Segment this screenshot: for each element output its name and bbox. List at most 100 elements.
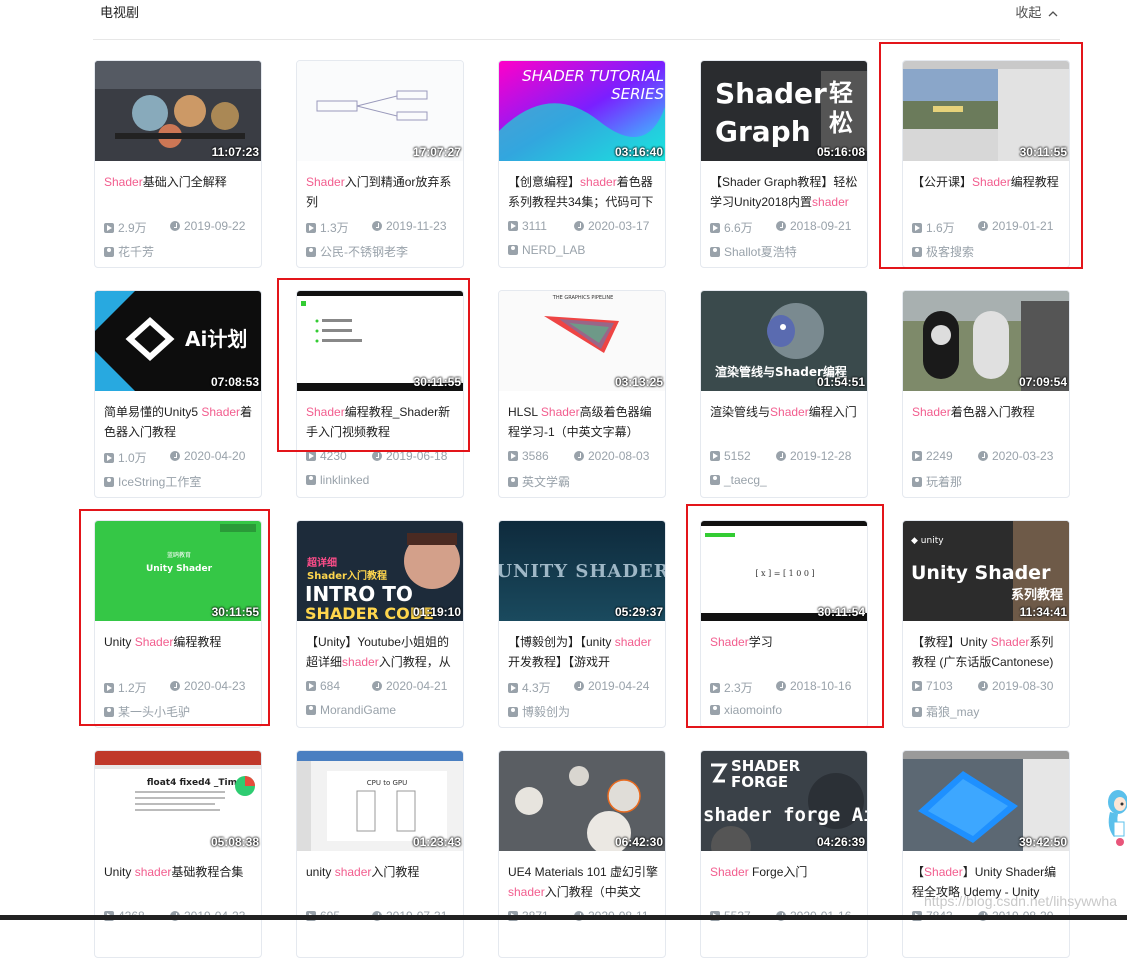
video-title[interactable]: 【Shader Graph教程】轻松学习Unity2018内置shader (710, 172, 862, 212)
video-card[interactable]: 超详细 Shader入门教程 INTRO TO SHADER CODE 01:19:1… (296, 520, 464, 728)
video-thumbnail[interactable]: 07:09:54 (903, 291, 1069, 391)
video-thumbnail[interactable]: THE GRAPHICS PIPELINE 03:13:25 (499, 291, 665, 391)
video-thumbnail[interactable]: 30:11:55 (903, 61, 1069, 161)
video-thumbnail[interactable]: float4 fixed4 _Time 05:08:38 (95, 751, 261, 851)
video-thumbnail[interactable]: 超详细 Shader入门教程 INTRO TO SHADER CODE 01:19:1… (297, 521, 463, 621)
video-thumbnail[interactable]: CPU to GPU 01:23:43 (297, 751, 463, 851)
uploader[interactable]: 霜狼_may (912, 703, 979, 720)
video-title[interactable]: UE4 Materials 101 虚幻引擎 shader入门教程（中英文 (508, 862, 660, 902)
title-keyword: Shader (540, 405, 580, 419)
video-title[interactable]: unity shader入门教程 (306, 862, 458, 902)
video-card[interactable]: 07:09:54 Shader着色器入门教程 2249 2020-03-23 玩… (902, 290, 1070, 498)
video-thumbnail[interactable]: 39:42:50 (903, 751, 1069, 851)
video-card[interactable]: UNITY SHADER 05:29:37 【博毅创为】【unity shade… (498, 520, 666, 728)
svg-text:Shader: Shader (715, 77, 827, 110)
video-thumbnail[interactable]: 17:07:27 (297, 61, 463, 161)
bottom-bar (0, 915, 1127, 920)
video-card[interactable]: 11:07:23 Shader基础入门全解释 2.9万 2019-09-22 花… (94, 60, 262, 268)
video-title[interactable]: 【创意编程】shader着色器系列教程共34集；代码可下 (508, 172, 660, 212)
video-stats: 3586 2020-08-03 (508, 449, 660, 467)
video-title[interactable]: 渲染管线与Shader编程入门 (710, 402, 862, 442)
uploader[interactable]: 英文学霸 (508, 473, 570, 490)
chevron-up-icon (1048, 10, 1058, 17)
video-thumbnail[interactable]: 11:07:23 (95, 61, 261, 161)
upload-date-value: 2020-04-20 (184, 449, 246, 463)
video-title[interactable]: Shader基础入门全解释 (104, 172, 256, 212)
video-title[interactable]: 简单易懂的Unity5 Shader着色器入门教程 (104, 402, 256, 442)
uploader[interactable]: linklinked (306, 473, 369, 487)
video-card[interactable]: 17:07:27 Shader入门到精通or放弃系列 1.3万 2019-11-… (296, 60, 464, 268)
svg-text:float4 fixed4 _Time: float4 fixed4 _Time (147, 778, 243, 788)
video-thumbnail[interactable]: 30:11:55 (297, 291, 463, 391)
video-card[interactable]: SHADER FORGE shader forge Ai 04:26:39 Shad… (700, 750, 868, 958)
video-title[interactable]: Shader着色器入门教程 (912, 402, 1064, 442)
video-title[interactable]: 【公开课】Shader编程教程 (912, 172, 1064, 212)
video-card[interactable]: 06:42:30 UE4 Materials 101 虚幻引擎 shader入门教… (498, 750, 666, 958)
uploader[interactable]: Shallot夏浩特 (710, 243, 797, 260)
video-title[interactable]: Shader入门到精通or放弃系列 (306, 172, 458, 212)
clock-icon (574, 451, 584, 461)
video-title[interactable]: Shader编程教程_Shader新手入门视频教程 (306, 402, 458, 442)
video-thumbnail[interactable]: 渲染管线与Shader编程 01:54:51 (701, 291, 867, 391)
video-thumbnail[interactable]: ◆ unity Unity Shader 系列教程 11:34:41 (903, 521, 1069, 621)
play-count-icon (710, 682, 720, 693)
video-title[interactable]: HLSL Shader高级着色器编程学习-1（中英文字幕） (508, 402, 660, 442)
video-title[interactable]: Shader Forge入门 (710, 862, 862, 902)
uploader[interactable]: 玩着那 (912, 473, 962, 490)
uploader[interactable]: IceString工作室 (104, 473, 201, 490)
video-card[interactable]: Shader Graph 轻松 05:16:08 【Shader Graph教程】轻… (700, 60, 868, 268)
video-card[interactable]: 渲染管线与Shader编程 01:54:51 渲染管线与Shader编程入门 5… (700, 290, 868, 498)
video-title[interactable]: 【博毅创为】【unity shader开发教程】【游戏开 (508, 632, 660, 672)
uploader[interactable]: xiaomoinfo (710, 703, 782, 717)
play-count-icon (912, 451, 922, 461)
clock-icon (776, 681, 786, 691)
video-card[interactable]: float4 fixed4 _Time 05:08:38 Unity shade… (94, 750, 262, 958)
video-thumbnail[interactable]: Shader Graph 轻松 05:16:08 (701, 61, 867, 161)
play-count-icon (306, 222, 316, 233)
uploader[interactable]: 极客搜索 (912, 243, 974, 260)
uploader-name: Shallot夏浩特 (724, 245, 797, 259)
video-thumbnail[interactable]: Ai计划 07:08:53 (95, 291, 261, 391)
clock-icon (978, 451, 988, 461)
video-card[interactable]: THE GRAPHICS PIPELINE 03:13:25 HLSL Shad… (498, 290, 666, 498)
clock-icon (170, 681, 180, 691)
mascot-icon[interactable] (1100, 782, 1127, 852)
video-card[interactable]: 蓝鸥教育 Unity Shader 30:11:55 Unity Shader编程… (94, 520, 262, 728)
video-card[interactable]: 39:42:50 【Shader】Unity Shader编程全攻略 Udemy… (902, 750, 1070, 958)
uploader[interactable]: 公民-不锈钢老李 (306, 243, 408, 260)
uploader[interactable]: 某一头小毛驴 (104, 703, 190, 720)
uploader[interactable]: MorandiGame (306, 703, 396, 717)
clock-icon (170, 451, 180, 461)
video-thumbnail[interactable]: 06:42:30 (499, 751, 665, 851)
video-thumbnail[interactable]: SHADER TUTORIAL SERIES 03:16:40 (499, 61, 665, 161)
title-keyword: Shader (201, 405, 241, 419)
video-thumbnail[interactable]: SHADER FORGE shader forge Ai 04:26:39 (701, 751, 867, 851)
video-title[interactable]: 【Unity】Youtube小姐姐的超详细shader入门教程，从 (306, 632, 458, 672)
uploader[interactable]: 博毅创为 (508, 703, 570, 720)
collapse-button[interactable]: 收起 (1015, 2, 1058, 21)
video-title[interactable]: Shader学习 (710, 632, 862, 672)
video-card[interactable]: 30:11:55 【公开课】Shader编程教程 1.6万 2019-01-21… (902, 60, 1070, 268)
section-header: 电视剧 收起 (100, 0, 1060, 24)
view-count: 7103 (912, 679, 953, 693)
title-keyword: shader (134, 865, 172, 879)
video-card[interactable]: SHADER TUTORIAL SERIES 03:16:40 【创意编程】sha… (498, 60, 666, 268)
video-card[interactable]: ◆ unity Unity Shader 系列教程 11:34:41 【教程】Uni… (902, 520, 1070, 728)
video-card[interactable]: Ai计划 07:08:53 简单易懂的Unity5 Shader着色器入门教程 … (94, 290, 262, 498)
uploader[interactable]: 花千芳 (104, 243, 154, 260)
video-card[interactable]: [ x ] = [ 1 0 0 ] 30:11:54 Shader学习 2.3万… (700, 520, 868, 728)
video-thumbnail[interactable]: 蓝鸥教育 Unity Shader 30:11:55 (95, 521, 261, 621)
uploader-name: linklinked (320, 473, 370, 487)
video-title[interactable]: Unity shader基础教程合集 (104, 862, 256, 902)
video-thumbnail[interactable]: [ x ] = [ 1 0 0 ] 30:11:54 (701, 521, 867, 621)
uploader[interactable]: NERD_LAB (508, 243, 585, 257)
video-thumbnail[interactable]: UNITY SHADER 05:29:37 (499, 521, 665, 621)
view-count: 3111 (508, 219, 547, 233)
video-card[interactable]: CPU to GPU 01:23:43 unity shader入门教程 695… (296, 750, 464, 958)
video-title[interactable]: Unity Shader编程教程 (104, 632, 256, 672)
uploader[interactable]: _taecg_ (710, 473, 767, 487)
video-title[interactable]: 【教程】Unity Shader系列教程 (广东话版Cantonese) (912, 632, 1064, 672)
video-card[interactable]: 30:11:55 Shader编程教程_Shader新手入门视频教程 4230 … (296, 290, 464, 498)
title-suffix: 基础教程合集 (171, 865, 244, 879)
video-duration: 05:29:37 (614, 605, 663, 619)
